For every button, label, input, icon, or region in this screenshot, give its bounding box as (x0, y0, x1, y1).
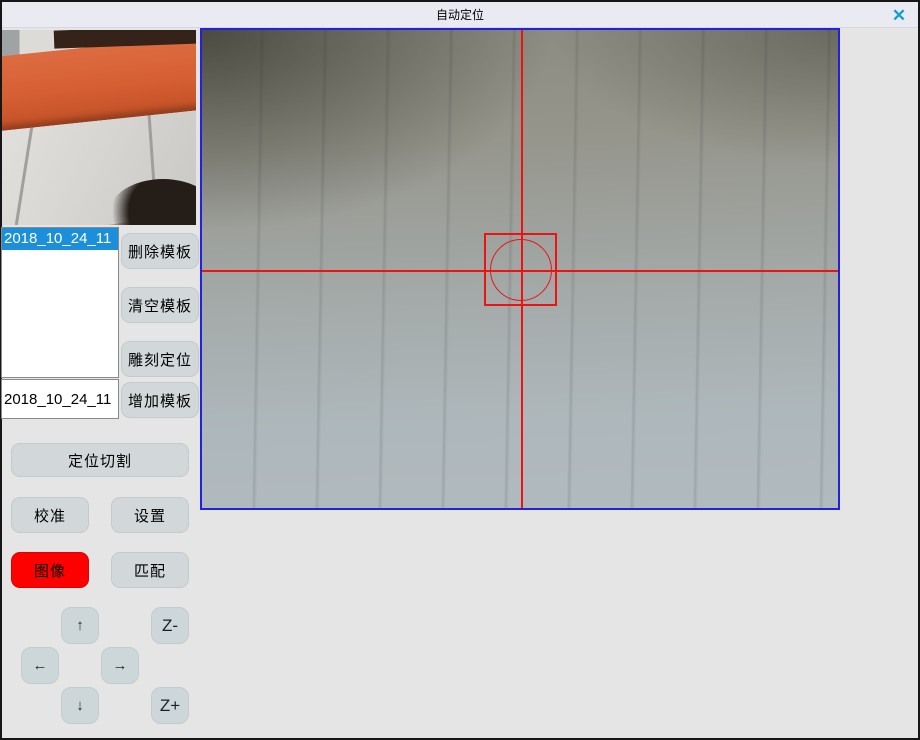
position-cut-button[interactable]: 定位切割 (11, 443, 189, 477)
arrow-left-icon: ← (33, 657, 48, 674)
template-list[interactable]: 2018_10_24_11 (1, 227, 119, 378)
arrow-up-icon: ↑ (76, 617, 84, 634)
calibrate-button[interactable]: 校准 (11, 497, 89, 533)
camera-view[interactable] (200, 28, 840, 510)
jog-up-button[interactable]: ↑ (61, 607, 99, 644)
auto-position-dialog: 自动定位 ✕ 2018_10_24_11 删除模板 清空模板 雕刻定位 增加模板… (0, 0, 920, 740)
template-name-field[interactable] (1, 379, 119, 419)
image-button[interactable]: 图像 (11, 552, 89, 588)
thumbnail-dark-object (108, 179, 196, 225)
jog-z-minus-button[interactable]: Z- (151, 607, 189, 644)
jog-left-button[interactable]: ← (21, 647, 59, 684)
close-icon[interactable]: ✕ (888, 5, 910, 25)
arrow-right-icon: → (113, 657, 128, 674)
clear-templates-button[interactable]: 清空模板 (121, 287, 199, 323)
match-button[interactable]: 匹配 (111, 552, 189, 588)
delete-template-button[interactable]: 删除模板 (121, 233, 199, 269)
tile-grout-line (9, 123, 34, 225)
jog-right-button[interactable]: → (101, 647, 139, 684)
template-thumbnail (2, 30, 196, 225)
title-bar[interactable]: 自动定位 ✕ (2, 2, 918, 28)
engrave-position-button[interactable]: 雕刻定位 (121, 341, 199, 377)
settings-button[interactable]: 设置 (111, 497, 189, 533)
arrow-down-icon: ↓ (76, 697, 84, 714)
page-title: 自动定位 (436, 6, 484, 23)
list-item[interactable]: 2018_10_24_11 (2, 228, 118, 250)
add-template-button[interactable]: 增加模板 (121, 382, 199, 418)
jog-z-plus-button[interactable]: Z+ (151, 687, 189, 724)
target-square-overlay (484, 233, 557, 306)
jog-down-button[interactable]: ↓ (61, 687, 99, 724)
target-circle-overlay (490, 239, 552, 301)
